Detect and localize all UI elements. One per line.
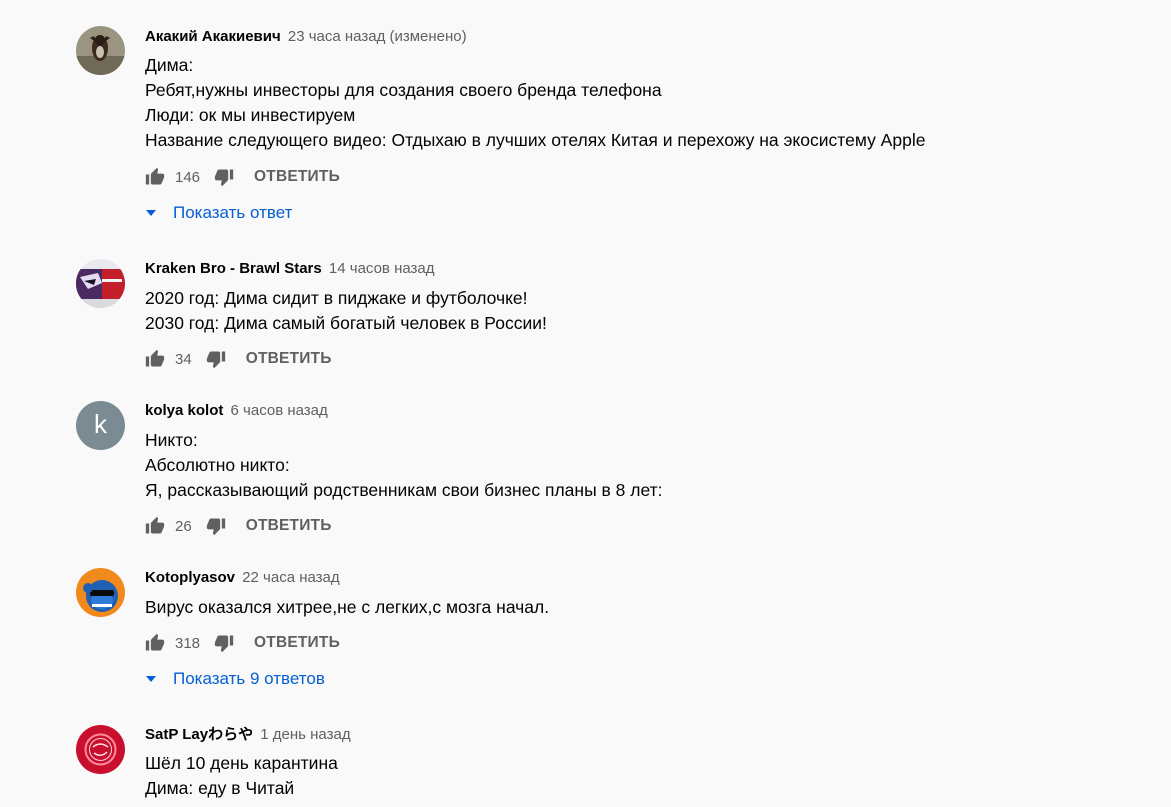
comment-text: Никто: Абсолютно никто: Я, рассказывающи… bbox=[145, 428, 663, 503]
comment-line: Ребят,нужны инвесторы для создания своег… bbox=[145, 80, 662, 100]
comment-header: Акакий Акакиевич 23 часа назад (изменено… bbox=[145, 28, 467, 46]
monkey-avatar-icon bbox=[76, 568, 125, 617]
author-avatar[interactable]: k bbox=[76, 401, 125, 450]
comment-actions: 34 ОТВЕТИТЬ bbox=[145, 347, 332, 371]
comment-actions: 318 ОТВЕТИТЬ bbox=[145, 631, 340, 655]
reply-button[interactable]: ОТВЕТИТЬ bbox=[254, 168, 340, 186]
caret-down-icon bbox=[145, 675, 157, 683]
author-avatar[interactable] bbox=[76, 26, 125, 75]
bird-avatar-icon bbox=[76, 26, 125, 75]
reply-button[interactable]: ОТВЕТИТЬ bbox=[254, 634, 340, 652]
show-replies-label: Показать 9 ответов bbox=[173, 669, 325, 688]
comment-text: 2020 год: Дима сидит в пиджаке и футболо… bbox=[145, 286, 547, 336]
comment-header: kolya kolot 6 часов назад bbox=[145, 402, 328, 420]
reply-button[interactable]: ОТВЕТИТЬ bbox=[246, 517, 332, 535]
comment-text: Шёл 10 день карантина Дима: еду в Читай bbox=[145, 751, 338, 801]
like-icon[interactable] bbox=[145, 349, 165, 369]
like-icon[interactable] bbox=[145, 167, 165, 187]
author-name[interactable]: Kotoplyasov bbox=[145, 569, 235, 586]
dislike-icon[interactable] bbox=[214, 633, 234, 653]
letter-avatar-icon: k bbox=[94, 409, 107, 439]
comment-header: Kotoplyasov 22 часа назад bbox=[145, 569, 340, 587]
comment-text: Дима: Ребят,нужны инвесторы для создания… bbox=[145, 53, 925, 153]
comment-line: Никто: bbox=[145, 430, 198, 450]
neon-logo-avatar-icon bbox=[76, 725, 125, 774]
like-count: 146 bbox=[175, 168, 201, 186]
comment-line: Я, рассказывающий родственникам свои биз… bbox=[145, 480, 663, 500]
show-replies-label: Показать ответ bbox=[173, 203, 293, 222]
author-name[interactable]: kolya kolot bbox=[145, 402, 223, 419]
comment-line: Шёл 10 день карантина bbox=[145, 753, 338, 773]
author-avatar[interactable] bbox=[76, 259, 125, 308]
like-count: 34 bbox=[175, 350, 192, 368]
caret-down-icon bbox=[145, 209, 157, 217]
show-replies-button[interactable]: Показать ответ bbox=[145, 201, 292, 225]
character-avatar-icon bbox=[76, 259, 125, 308]
comment-time[interactable]: 1 день назад bbox=[260, 726, 350, 743]
comment-line: 2020 год: Дима сидит в пиджаке и футболо… bbox=[145, 288, 528, 308]
author-name[interactable]: Kraken Bro - Brawl Stars bbox=[145, 260, 322, 277]
comment-line: Абсолютно никто: bbox=[145, 455, 290, 475]
like-icon[interactable] bbox=[145, 633, 165, 653]
like-count: 26 bbox=[175, 517, 192, 535]
comment-time[interactable]: 22 часа назад bbox=[242, 569, 339, 586]
comment-line: Название следующего видео: Отдыхаю в луч… bbox=[145, 130, 926, 150]
reply-button[interactable]: ОТВЕТИТЬ bbox=[246, 350, 332, 368]
author-avatar[interactable] bbox=[76, 725, 125, 774]
comment-line: Дима: bbox=[145, 55, 194, 75]
comment-text: Вирус оказался хитрее,не с легких,с мозг… bbox=[145, 595, 549, 620]
dislike-icon[interactable] bbox=[214, 167, 234, 187]
comment-header: SatP Layわらや 1 день назад bbox=[145, 726, 351, 744]
author-name[interactable]: Акакий Акакиевич bbox=[145, 28, 281, 45]
comment-time[interactable]: 14 часов назад bbox=[329, 260, 435, 277]
author-name[interactable]: SatP Layわらや bbox=[145, 726, 253, 743]
comment-time[interactable]: 6 часов назад bbox=[231, 402, 328, 419]
comment-time[interactable]: 23 часа назад (изменено) bbox=[288, 28, 467, 45]
show-replies-button[interactable]: Показать 9 ответов bbox=[145, 667, 325, 691]
author-avatar[interactable] bbox=[76, 568, 125, 617]
comment-line: Дима: еду в Читай bbox=[145, 778, 295, 798]
comment-line: Вирус оказался хитрее,не с легких,с мозг… bbox=[145, 597, 550, 617]
dislike-icon[interactable] bbox=[206, 349, 226, 369]
comment-actions: 146 ОТВЕТИТЬ bbox=[145, 165, 340, 189]
comment-actions: 26 ОТВЕТИТЬ bbox=[145, 514, 332, 538]
like-icon[interactable] bbox=[145, 516, 165, 536]
like-count: 318 bbox=[175, 634, 201, 652]
comment-line: Люди: ок мы инвестируем bbox=[145, 105, 356, 125]
comment-line: 2030 год: Дима самый богатый человек в Р… bbox=[145, 313, 547, 333]
dislike-icon[interactable] bbox=[206, 516, 226, 536]
comment-header: Kraken Bro - Brawl Stars 14 часов назад bbox=[145, 260, 435, 278]
